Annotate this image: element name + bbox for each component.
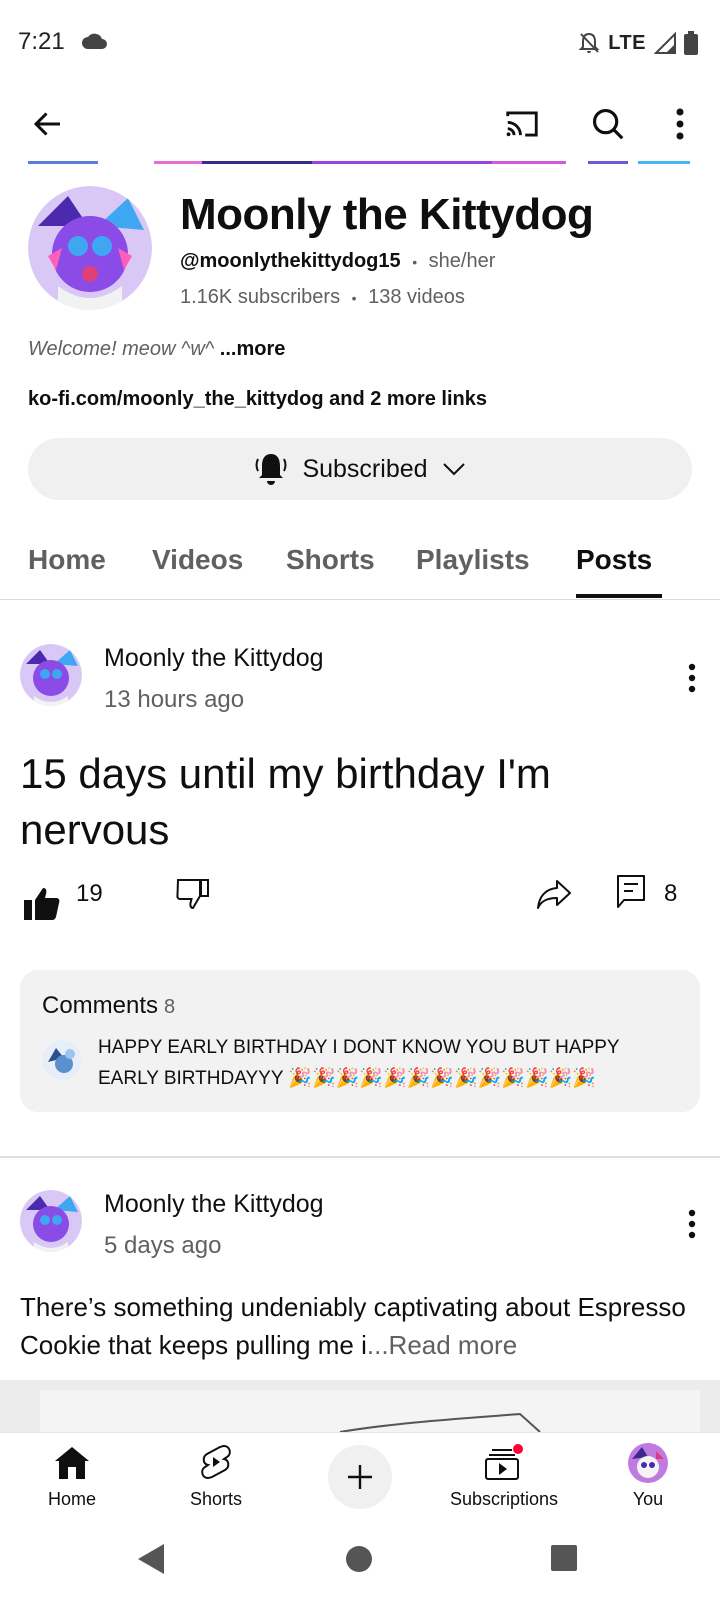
more-vert-icon [688,663,696,693]
tab-playlists[interactable]: Playlists [416,544,530,576]
nav-home[interactable]: Home [0,1433,144,1525]
nav-shorts-label: Shorts [189,1489,243,1509]
subscriptions-icon [485,1444,523,1480]
post-text: 15 days until my birthday I'm nervous [20,750,551,853]
cast-button[interactable] [494,96,550,152]
channel-tabs: Home Videos Shorts Playlists Posts [0,520,720,600]
search-button[interactable] [580,96,636,152]
post-divider [0,1156,720,1158]
signal-icon [654,32,676,54]
commenter-avatar [42,1040,82,1080]
status-icons: LTE [578,28,698,58]
like-button[interactable] [24,886,60,925]
cast-icon [506,111,538,137]
thumbs-down-icon [176,879,209,910]
system-back-icon[interactable] [136,1542,166,1576]
comments-button[interactable] [616,874,646,915]
system-recents-icon[interactable] [550,1544,578,1572]
nav-subscriptions-label: Subscriptions [449,1489,559,1509]
channel-avatar[interactable] [28,186,152,310]
video-count: 138 videos [368,286,465,308]
cloud-icon [82,33,107,49]
channel-handle: @moonlythekittydog15 [180,250,401,272]
channel-stats: 1.16K subscribers • 138 videos [180,286,465,309]
top-comment-text: HAPPY EARLY BIRTHDAY I DONT KNOW YOU BUT… [98,1037,620,1089]
status-time: 7:21 [18,28,65,55]
battery-icon [684,31,698,55]
system-navigation-bar [0,1524,720,1600]
tab-videos[interactable]: Videos [152,544,243,576]
comments-label: Comments [42,992,159,1019]
nav-you[interactable]: You [576,1433,720,1525]
active-tab-indicator [576,594,662,598]
nav-subscriptions[interactable]: Subscriptions [432,1433,576,1525]
home-icon [55,1447,89,1479]
thumbs-up-filled-icon [24,888,60,920]
post-author-name[interactable]: Moonly the Kittydog [104,644,324,673]
bell-ringing-icon [255,454,287,485]
handle-row: @moonlythekittydog15 • she/her [180,250,495,273]
notification-dot [513,1444,523,1454]
comments-preview[interactable]: Comments 8 HAPPY EARLY BIRTHDAY I DONT KN… [20,970,700,1112]
back-button[interactable] [20,96,76,152]
bottom-navigation: Home Shorts Subscriptions You [0,1432,720,1524]
subscribed-label: Subscribed [302,454,428,483]
share-button[interactable] [536,878,572,915]
comments-count: 8 [164,996,176,1018]
tab-posts[interactable]: Posts [576,544,652,576]
comment-count: 8 [664,880,678,907]
back-arrow-icon [33,112,60,136]
separator: • [412,254,418,270]
more-options-button[interactable] [652,96,708,152]
create-button[interactable] [328,1445,392,1509]
post-more-button[interactable] [672,1198,712,1250]
status-bar: 7:21 LTE [0,0,720,84]
nav-you-label: You [632,1489,664,1509]
tab-shorts[interactable]: Shorts [286,544,375,576]
plus-icon [348,1465,372,1489]
search-icon [592,108,624,140]
separator: • [351,290,357,306]
pronouns: she/her [428,250,496,272]
avatar [628,1443,668,1483]
chevron-down-icon [442,463,465,476]
post-author-avatar[interactable] [20,1190,82,1252]
comment-icon [617,875,645,908]
post-timestamp: 5 days ago [104,1232,222,1259]
more-vert-icon [676,108,684,140]
dislike-button[interactable] [176,878,210,915]
description-more-link[interactable]: ...more [220,338,286,360]
post-author-name[interactable]: Moonly the Kittydog [104,1190,324,1219]
subscribed-button[interactable]: Subscribed [28,438,692,500]
subscriber-count: 1.16K subscribers [180,286,341,308]
channel-links[interactable]: ko-fi.com/moonly_the_kittydog and 2 more… [28,388,487,411]
channel-banner [28,156,690,164]
post-image[interactable] [0,1380,720,1432]
channel-name: Moonly the Kittydog [180,190,594,239]
tab-home[interactable]: Home [28,544,106,576]
nav-shorts[interactable]: Shorts [144,1433,288,1525]
shorts-icon [201,1444,231,1480]
like-count: 19 [76,880,103,907]
network-type: LTE [608,31,646,54]
comments-header: Comments 8 [42,992,175,1020]
system-home-icon[interactable] [344,1544,374,1574]
post-author-avatar[interactable] [20,644,82,706]
post-more-button[interactable] [672,652,712,704]
share-icon [537,880,571,909]
read-more-link[interactable]: ...Read more [367,1330,517,1360]
nav-home-label: Home [47,1489,96,1509]
post-text-body: There’s something undeniably captivating… [20,1292,686,1360]
post-text: There’s something undeniably captivating… [20,1288,710,1364]
post-timestamp: 13 hours ago [104,686,245,713]
channel-description[interactable]: Welcome! meow ^w^ ...more [28,338,285,361]
description-text: Welcome! meow ^w^ [28,338,215,360]
more-vert-icon [688,1209,696,1239]
app-bar [0,84,720,162]
bell-off-icon [578,32,600,53]
